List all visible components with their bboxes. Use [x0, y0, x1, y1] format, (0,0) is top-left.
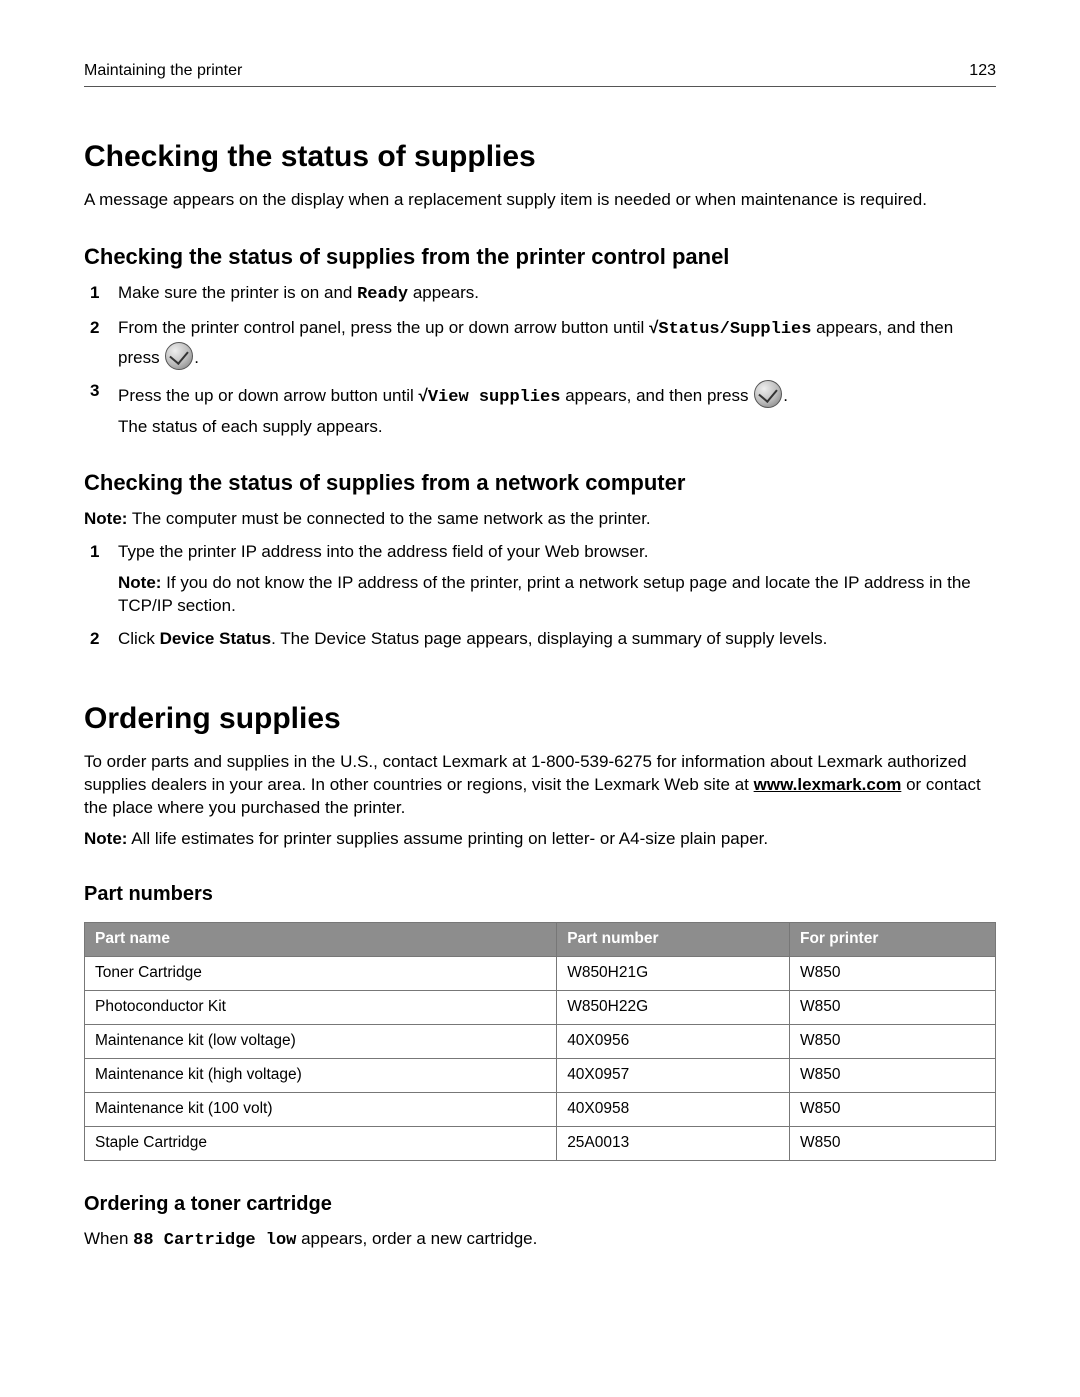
list-item: Make sure the printer is on and Ready ap…	[84, 282, 996, 307]
table-row: Maintenance kit (low voltage)40X0956W850	[85, 1024, 996, 1058]
toner-paragraph: When 88 Cartridge low appears, order a n…	[84, 1228, 996, 1253]
display-text-status-supplies: Status/Supplies	[658, 320, 811, 339]
table-cell: 25A0013	[557, 1126, 790, 1160]
table-cell: 40X0956	[557, 1024, 790, 1058]
table-cell: W850	[789, 990, 995, 1024]
lexmark-link[interactable]: www.lexmark.com	[754, 775, 902, 794]
note-life-estimates: Note: All life estimates for printer sup…	[84, 828, 996, 851]
step-text: Click	[118, 629, 160, 648]
select-button-icon	[754, 380, 782, 408]
step-result: The status of each supply appears.	[118, 416, 996, 439]
table-header-row: Part name Part number For printer	[85, 923, 996, 957]
table-cell: W850	[789, 1024, 995, 1058]
table-row: Toner CartridgeW850H21GW850	[85, 957, 996, 991]
table-cell: W850H22G	[557, 990, 790, 1024]
table-cell: W850	[789, 1092, 995, 1126]
heading-ordering-toner: Ordering a toner cartridge	[84, 1191, 996, 1218]
step-text: . The Device Status page appears, displa…	[271, 629, 827, 648]
step-text: Type the printer IP address into the add…	[118, 542, 648, 561]
table-row: Staple Cartridge25A0013W850	[85, 1126, 996, 1160]
note-text: The computer must be connected to the sa…	[127, 509, 650, 528]
note-label: Note:	[84, 829, 127, 848]
select-button-icon	[165, 342, 193, 370]
heading-ordering-supplies: Ordering supplies	[84, 699, 996, 740]
table-cell: Maintenance kit (100 volt)	[85, 1092, 557, 1126]
table-cell: W850H21G	[557, 957, 790, 991]
note-label: Note:	[84, 509, 127, 528]
table-row: Photoconductor KitW850H22GW850	[85, 990, 996, 1024]
ordering-paragraph: To order parts and supplies in the U.S.,…	[84, 751, 996, 820]
step-text: .	[194, 348, 199, 367]
steps-control-panel: Make sure the printer is on and Ready ap…	[84, 282, 996, 439]
table-cell: Staple Cartridge	[85, 1126, 557, 1160]
heading-from-network-computer: Checking the status of supplies from a n…	[84, 468, 996, 498]
col-for-printer: For printer	[789, 923, 995, 957]
step-text: .	[783, 386, 788, 405]
list-item: Type the printer IP address into the add…	[84, 541, 996, 618]
ui-label-device-status: Device Status	[160, 629, 272, 648]
note-text: All life estimates for printer supplies …	[127, 829, 768, 848]
header-section-title: Maintaining the printer	[84, 60, 242, 82]
part-numbers-table: Part name Part number For printer Toner …	[84, 922, 996, 1160]
table-cell: W850	[789, 1058, 995, 1092]
table-row: Maintenance kit (100 volt)40X0958W850	[85, 1092, 996, 1126]
intro-paragraph: A message appears on the display when a …	[84, 189, 996, 212]
display-text-cartridge-low: 88 Cartridge low	[133, 1231, 296, 1250]
page-header: Maintaining the printer 123	[84, 60, 996, 87]
check-mark-icon: √	[419, 386, 428, 405]
col-part-number: Part number	[557, 923, 790, 957]
heading-checking-status: Checking the status of supplies	[84, 137, 996, 178]
table-cell: Toner Cartridge	[85, 957, 557, 991]
header-page-number: 123	[969, 60, 996, 82]
display-text-ready: Ready	[357, 285, 408, 304]
check-mark-icon: √	[649, 318, 658, 337]
table-cell: Maintenance kit (high voltage)	[85, 1058, 557, 1092]
note-ip: Note: If you do not know the IP address …	[118, 572, 996, 618]
step-text: Press the up or down arrow button until	[118, 386, 419, 405]
list-item: Press the up or down arrow button until …	[84, 380, 996, 439]
steps-network: Type the printer IP address into the add…	[84, 541, 996, 651]
step-text: appears, and then press	[560, 386, 753, 405]
text: appears, order a new cartridge.	[296, 1229, 537, 1248]
heading-from-control-panel: Checking the status of supplies from the…	[84, 242, 996, 272]
list-item: Click Device Status. The Device Status p…	[84, 628, 996, 651]
table-cell: W850	[789, 957, 995, 991]
note-network: Note: The computer must be connected to …	[84, 508, 996, 531]
text: When	[84, 1229, 133, 1248]
table-row: Maintenance kit (high voltage)40X0957W85…	[85, 1058, 996, 1092]
display-text-view-supplies: View supplies	[428, 388, 561, 407]
table-cell: Photoconductor Kit	[85, 990, 557, 1024]
table-cell: Maintenance kit (low voltage)	[85, 1024, 557, 1058]
note-text: If you do not know the IP address of the…	[118, 573, 971, 615]
table-cell: 40X0957	[557, 1058, 790, 1092]
step-text: appears.	[408, 283, 479, 302]
col-part-name: Part name	[85, 923, 557, 957]
table-cell: 40X0958	[557, 1092, 790, 1126]
heading-part-numbers: Part numbers	[84, 881, 996, 908]
table-cell: W850	[789, 1126, 995, 1160]
step-text: From the printer control panel, press th…	[118, 318, 649, 337]
step-text: Make sure the printer is on and	[118, 283, 357, 302]
note-label: Note:	[118, 573, 161, 592]
list-item: From the printer control panel, press th…	[84, 317, 996, 370]
